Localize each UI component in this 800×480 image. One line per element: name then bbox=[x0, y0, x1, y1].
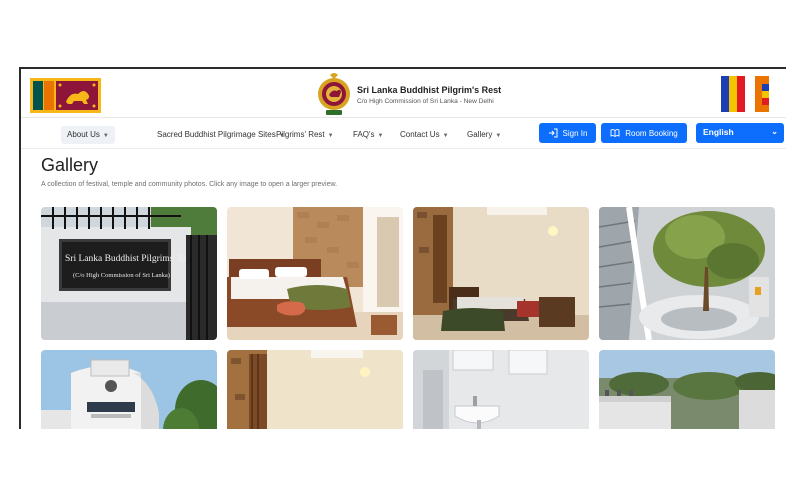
site-title: Sri Lanka Buddhist Pilgrim's Rest bbox=[357, 85, 502, 95]
nav-contact-us-label: Contact Us bbox=[400, 130, 440, 139]
chevron-down-icon: ⌄ bbox=[771, 127, 778, 136]
nav-gallery[interactable]: Gallery ▼ bbox=[461, 126, 507, 144]
gallery-photo-entrance-sign[interactable]: Sri Lanka Buddhist Pilgrims' Rest (C/o H… bbox=[41, 207, 217, 340]
nav-pilgrims-rest[interactable]: Pilgrims' Rest ▼ bbox=[270, 126, 340, 144]
entrance-sign-photo: Sri Lanka Buddhist Pilgrims' Rest (C/o H… bbox=[41, 207, 217, 340]
nav-about-us[interactable]: About Us ▼ bbox=[61, 126, 115, 144]
room-booking-label: Room Booking bbox=[625, 128, 678, 138]
browser-viewport: Sri Lanka Buddhist Pilgrim's Rest C/o Hi… bbox=[19, 67, 786, 429]
nav-about-us-label: About Us bbox=[67, 130, 100, 139]
nav-faqs[interactable]: FAQ's ▼ bbox=[347, 126, 389, 144]
gallery-photo-bedroom-twin[interactable] bbox=[413, 207, 589, 340]
site-header: Sri Lanka Buddhist Pilgrim's Rest C/o Hi… bbox=[21, 69, 786, 117]
sri-lanka-emblem-icon bbox=[318, 73, 350, 115]
chevron-down-icon: ▼ bbox=[377, 133, 384, 139]
courtyard-tree-photo bbox=[599, 207, 775, 340]
site-subtitle: C/o High Commission of Sri Lanka - New D… bbox=[357, 98, 494, 105]
room-curtain-photo bbox=[227, 350, 403, 429]
sign-in-button[interactable]: Sign In bbox=[539, 123, 596, 143]
gallery-photo-bathroom-sink[interactable] bbox=[413, 350, 589, 429]
nav-contact-us[interactable]: Contact Us ▼ bbox=[394, 126, 455, 144]
main-navbar: About Us ▼ Sacred Buddhist Pilgrimage Sit… bbox=[21, 117, 786, 149]
page-title: Gallery bbox=[41, 155, 99, 175]
rooftop-view-photo bbox=[599, 350, 775, 429]
page-description: A collection of festival, temple and com… bbox=[41, 181, 338, 188]
sign-line-1: Sri Lanka Buddhist Pilgrims' Rest bbox=[65, 254, 195, 264]
bedroom-twin-photo bbox=[413, 207, 589, 340]
language-select-value: English bbox=[703, 127, 734, 137]
bathroom-sink-photo bbox=[413, 350, 589, 429]
bedroom-double-bed-photo bbox=[227, 207, 403, 340]
gallery-photo-building-exterior[interactable] bbox=[41, 350, 217, 429]
chevron-down-icon: ▼ bbox=[102, 133, 109, 139]
book-icon bbox=[610, 129, 620, 138]
buddhist-flag-icon bbox=[721, 76, 769, 112]
nav-sacred-sites-label: Sacred Buddhist Pilgrimage Sites bbox=[157, 130, 276, 139]
sign-in-icon bbox=[548, 128, 558, 138]
nav-pilgrims-rest-label: Pilgrims' Rest bbox=[276, 130, 325, 139]
gallery-photo-bedroom-double[interactable] bbox=[227, 207, 403, 340]
gallery-photo-rooftop-view[interactable] bbox=[599, 350, 775, 429]
gallery-photo-courtyard-tree[interactable] bbox=[599, 207, 775, 340]
room-booking-button[interactable]: Room Booking bbox=[601, 123, 687, 143]
sign-line-2: (C/o High Commission of Sri Lanka) bbox=[73, 272, 170, 279]
chevron-down-icon: ▼ bbox=[495, 133, 502, 139]
building-exterior-photo bbox=[41, 350, 217, 429]
chevron-down-icon: ▼ bbox=[327, 133, 334, 139]
chevron-down-icon: ▼ bbox=[442, 133, 449, 139]
sri-lanka-flag-icon bbox=[30, 78, 101, 113]
language-select[interactable]: English ⌄ bbox=[696, 123, 784, 143]
nav-faqs-label: FAQ's bbox=[353, 130, 375, 139]
sign-in-label: Sign In bbox=[562, 128, 588, 138]
gallery-photo-room-curtain[interactable] bbox=[227, 350, 403, 429]
nav-gallery-label: Gallery bbox=[467, 130, 493, 139]
